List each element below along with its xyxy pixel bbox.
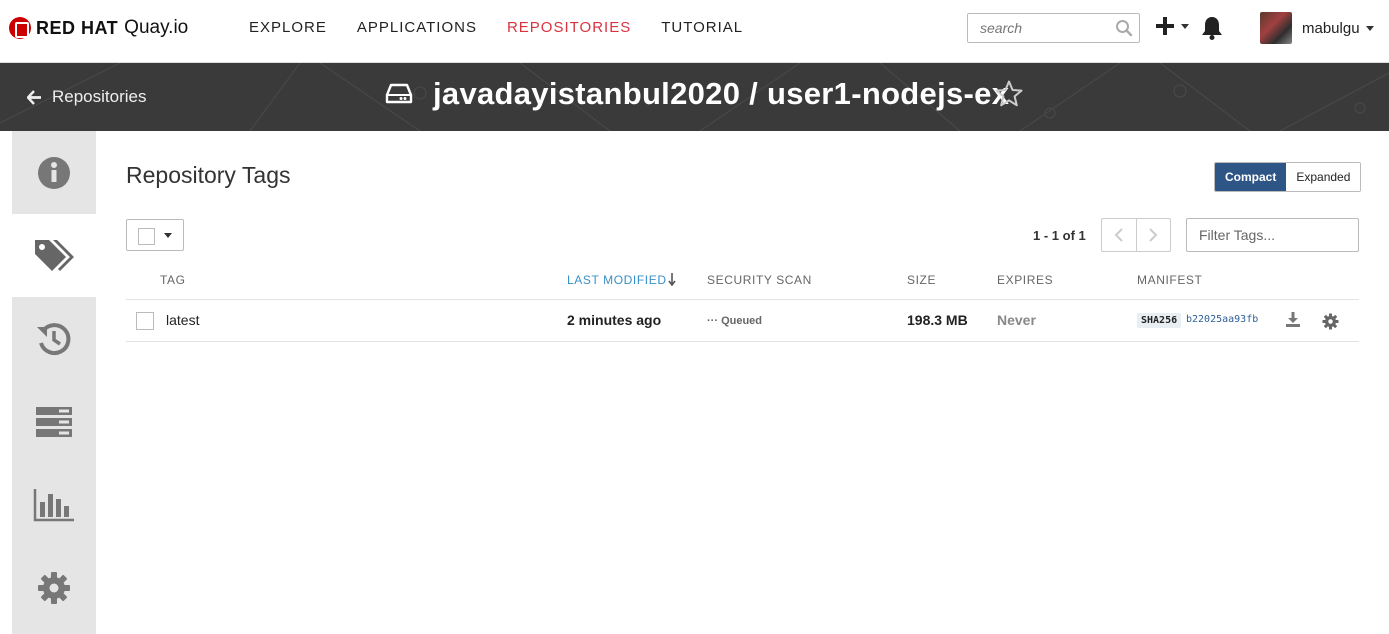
filter-tags-input[interactable] bbox=[1187, 219, 1358, 251]
top-navbar: RED HAT Quay.io EXPLORE APPLICATIONS REP… bbox=[0, 0, 1389, 63]
search-icon[interactable] bbox=[1115, 19, 1133, 37]
notifications-bell[interactable] bbox=[1200, 15, 1224, 46]
nav-repositories[interactable]: REPOSITORIES bbox=[507, 19, 631, 36]
back-to-repositories-link[interactable]: Repositories bbox=[27, 87, 147, 107]
main-nav: EXPLORE APPLICATIONS REPOSITORIES TUTORI… bbox=[249, 19, 773, 36]
previous-page-button[interactable] bbox=[1102, 219, 1136, 251]
create-new-menu[interactable] bbox=[1155, 16, 1189, 36]
security-scan-status[interactable]: ··· Queued bbox=[707, 315, 762, 327]
chevron-right-icon bbox=[1149, 228, 1158, 242]
download-icon[interactable] bbox=[1286, 312, 1300, 327]
repo-title: javadayistanbul2020 / user1-nodejs-ex bbox=[385, 76, 1009, 112]
select-all-checkbox[interactable] bbox=[138, 228, 155, 245]
pagination-controls bbox=[1101, 218, 1171, 252]
builds-icon bbox=[36, 406, 72, 437]
username: mabulgu bbox=[1302, 19, 1360, 37]
chevron-left-icon bbox=[1114, 228, 1123, 242]
back-label: Repositories bbox=[52, 87, 147, 106]
sidebar-item-history[interactable] bbox=[12, 297, 96, 380]
arrow-left-icon bbox=[27, 89, 41, 105]
manifest-digest[interactable]: b22025aa93fb bbox=[1186, 314, 1258, 325]
star-icon bbox=[995, 80, 1023, 107]
expires-value[interactable]: Never bbox=[997, 312, 1036, 328]
search-box bbox=[967, 13, 1140, 43]
column-header-manifest[interactable]: MANIFEST bbox=[1137, 273, 1202, 287]
last-modified-value: 2 minutes ago bbox=[567, 312, 662, 328]
sidebar-item-settings[interactable] bbox=[12, 546, 96, 629]
sort-descending-icon[interactable] bbox=[667, 272, 677, 286]
nav-tutorial[interactable]: TUTORIAL bbox=[661, 19, 743, 36]
chevron-down-icon bbox=[1181, 23, 1189, 29]
nav-applications[interactable]: APPLICATIONS bbox=[357, 19, 477, 36]
ellipsis-icon: ··· bbox=[707, 315, 718, 327]
row-checkbox[interactable] bbox=[136, 312, 154, 330]
chevron-down-icon bbox=[164, 233, 172, 238]
bell-icon bbox=[1202, 17, 1222, 40]
history-icon bbox=[37, 322, 71, 355]
gear-icon[interactable] bbox=[1322, 313, 1339, 330]
sidebar-item-information[interactable] bbox=[12, 131, 96, 214]
size-value: 198.3 MB bbox=[907, 312, 968, 328]
chevron-down-icon bbox=[1365, 25, 1374, 31]
table-row-divider bbox=[126, 341, 1359, 342]
avatar bbox=[1260, 12, 1292, 44]
gear-icon bbox=[38, 571, 70, 604]
column-header-tag[interactable]: TAG bbox=[160, 273, 186, 287]
filter-tags-box bbox=[1186, 218, 1359, 252]
manifest-algo-badge: SHA256 bbox=[1137, 313, 1182, 328]
user-menu[interactable]: mabulgu bbox=[1260, 12, 1374, 44]
tags-icon bbox=[35, 239, 74, 271]
plus-icon bbox=[1156, 17, 1174, 35]
sidebar-item-usage-logs[interactable] bbox=[12, 463, 96, 546]
redhat-logo-icon bbox=[9, 17, 31, 39]
table-header-divider bbox=[126, 299, 1359, 300]
repo-name: javadayistanbul2020 / user1-nodejs-ex bbox=[433, 76, 1010, 111]
info-icon bbox=[38, 156, 70, 189]
column-header-size[interactable]: SIZE bbox=[907, 273, 936, 287]
sidebar-item-tags[interactable] bbox=[12, 214, 96, 297]
page-title: Repository Tags bbox=[126, 162, 291, 188]
security-scan-label: Queued bbox=[721, 315, 763, 327]
repo-sidebar bbox=[12, 131, 96, 634]
column-header-last-modified[interactable]: LAST MODIFIED bbox=[567, 273, 667, 287]
pagination-summary: 1 - 1 of 1 bbox=[1033, 228, 1086, 243]
tag-name[interactable]: latest bbox=[166, 312, 199, 328]
column-header-expires[interactable]: EXPIRES bbox=[997, 273, 1053, 287]
product-text: Quay.io bbox=[124, 17, 189, 38]
compact-view-button[interactable]: Compact bbox=[1215, 163, 1287, 191]
repository-hdd-icon bbox=[385, 83, 413, 104]
repo-header: Repositories javadayistanbul2020 / user1… bbox=[0, 63, 1389, 131]
search-input[interactable] bbox=[968, 14, 1108, 42]
column-header-security-scan[interactable]: SECURITY SCAN bbox=[707, 273, 812, 287]
brand-logo[interactable]: RED HAT Quay.io bbox=[9, 16, 188, 40]
star-repo-button[interactable] bbox=[994, 79, 1024, 114]
brand-text: RED HAT bbox=[36, 17, 119, 38]
bar-chart-icon bbox=[33, 488, 74, 521]
bulk-select-dropdown[interactable] bbox=[126, 219, 184, 251]
view-mode-toggle: Compact Expanded bbox=[1214, 162, 1362, 192]
nav-explore[interactable]: EXPLORE bbox=[249, 19, 327, 36]
next-page-button[interactable] bbox=[1135, 219, 1170, 251]
sidebar-item-builds[interactable] bbox=[12, 380, 96, 463]
expanded-view-button[interactable]: Expanded bbox=[1286, 163, 1361, 191]
